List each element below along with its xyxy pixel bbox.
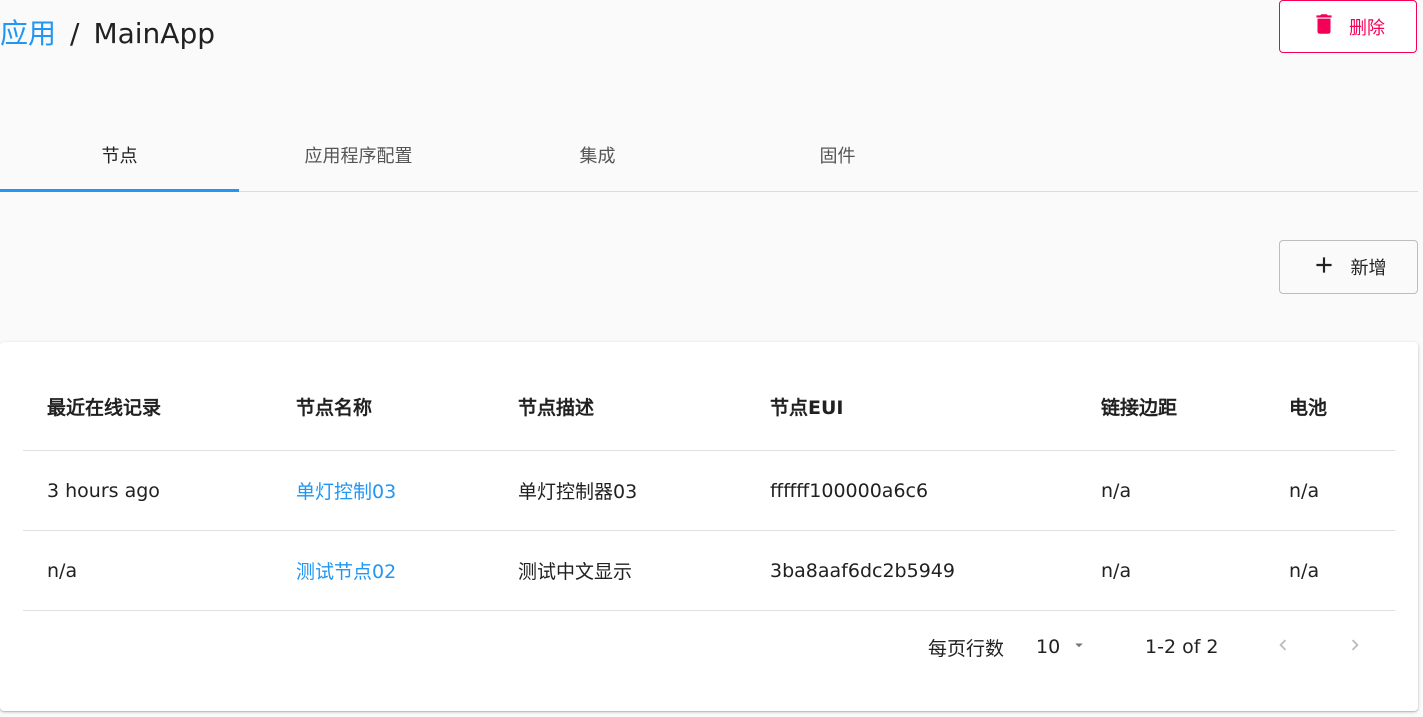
- column-header-last-seen: 最近在线记录: [47, 397, 162, 419]
- column-header-name: 节点名称: [296, 397, 373, 419]
- cell-eui: ffffff100000a6c6: [770, 479, 929, 502]
- breadcrumb-separator: /: [70, 17, 80, 50]
- previous-page-button[interactable]: [1269, 633, 1297, 661]
- dropdown-arrow-icon: [1070, 636, 1088, 659]
- chevron-left-icon: [1272, 634, 1294, 661]
- table-header-row: 最近在线记录 节点名称 节点描述 节点EUI 链接边距 电池: [23, 342, 1395, 451]
- table-row: n/a 测试节点02 测试中文显示 3ba8aaf6dc2b5949 n/a n…: [23, 531, 1395, 611]
- plus-icon: [1311, 252, 1337, 283]
- page-title: MainApp: [93, 17, 215, 50]
- delete-button-label: 删除: [1349, 17, 1385, 39]
- cell-link-margin: n/a: [1101, 479, 1132, 502]
- column-header-description: 节点描述: [518, 397, 595, 419]
- application-page: 应用 / MainApp 删除 节点 应用程序配置 集成 固件 新增 最近在线记…: [0, 0, 1423, 717]
- column-header-link-margin: 链接边距: [1101, 397, 1178, 419]
- cell-link-margin: n/a: [1101, 559, 1132, 582]
- nodes-table-card: 最近在线记录 节点名称 节点描述 节点EUI 链接边距 电池 3 hours a…: [0, 342, 1418, 711]
- cell-name: 单灯控制03: [296, 451, 396, 530]
- tab-nodes[interactable]: 节点: [0, 120, 239, 190]
- nodes-table: 最近在线记录 节点名称 节点描述 节点EUI 链接边距 电池 3 hours a…: [23, 342, 1395, 611]
- table-row: 3 hours ago 单灯控制03 单灯控制器03 ffffff100000a…: [23, 451, 1395, 531]
- tab-application-config[interactable]: 应用程序配置: [239, 120, 478, 190]
- breadcrumb: 应用 / MainApp: [0, 16, 215, 52]
- tab-integrations[interactable]: 集成: [478, 120, 717, 190]
- active-tab-indicator: [0, 189, 239, 192]
- table-pagination: 每页行数 10 1-2 of 2: [0, 610, 1418, 684]
- tab-application-config-label: 应用程序配置: [304, 146, 413, 167]
- column-header-battery: 电池: [1289, 397, 1328, 419]
- column-header-eui: 节点EUI: [770, 397, 844, 419]
- trash-icon: [1311, 11, 1337, 42]
- tab-firmware-label: 固件: [819, 146, 856, 167]
- tab-integrations-label: 集成: [579, 146, 616, 167]
- pagination-range: 1-2 of 2: [1145, 636, 1219, 658]
- rows-per-page-value: 10: [1036, 636, 1061, 658]
- tab-firmware[interactable]: 固件: [718, 120, 957, 190]
- cell-battery: n/a: [1289, 479, 1320, 502]
- tab-nodes-label: 节点: [101, 146, 138, 167]
- rows-per-page-select[interactable]: 10: [1036, 610, 1088, 684]
- cell-last-seen: 3 hours ago: [47, 479, 160, 502]
- add-button-label: 新增: [1350, 258, 1387, 279]
- add-node-button[interactable]: 新增: [1279, 240, 1418, 294]
- cell-battery: n/a: [1289, 559, 1320, 582]
- node-name-link[interactable]: 测试节点02: [296, 557, 396, 584]
- tab-bar: 节点 应用程序配置 集成 固件: [0, 120, 1418, 192]
- cell-description: 测试中文显示: [518, 561, 633, 583]
- node-name-link[interactable]: 单灯控制03: [296, 477, 396, 504]
- cell-name: 测试节点02: [296, 531, 396, 610]
- next-page-button[interactable]: [1341, 633, 1369, 661]
- delete-button[interactable]: 删除: [1279, 0, 1417, 53]
- breadcrumb-applications-link[interactable]: 应用: [0, 16, 56, 52]
- chevron-right-icon: [1344, 634, 1366, 661]
- cell-last-seen: n/a: [47, 559, 78, 582]
- cell-eui: 3ba8aaf6dc2b5949: [770, 559, 955, 582]
- cell-description: 单灯控制器03: [518, 481, 638, 503]
- rows-per-page-label: 每页行数: [928, 637, 1005, 660]
